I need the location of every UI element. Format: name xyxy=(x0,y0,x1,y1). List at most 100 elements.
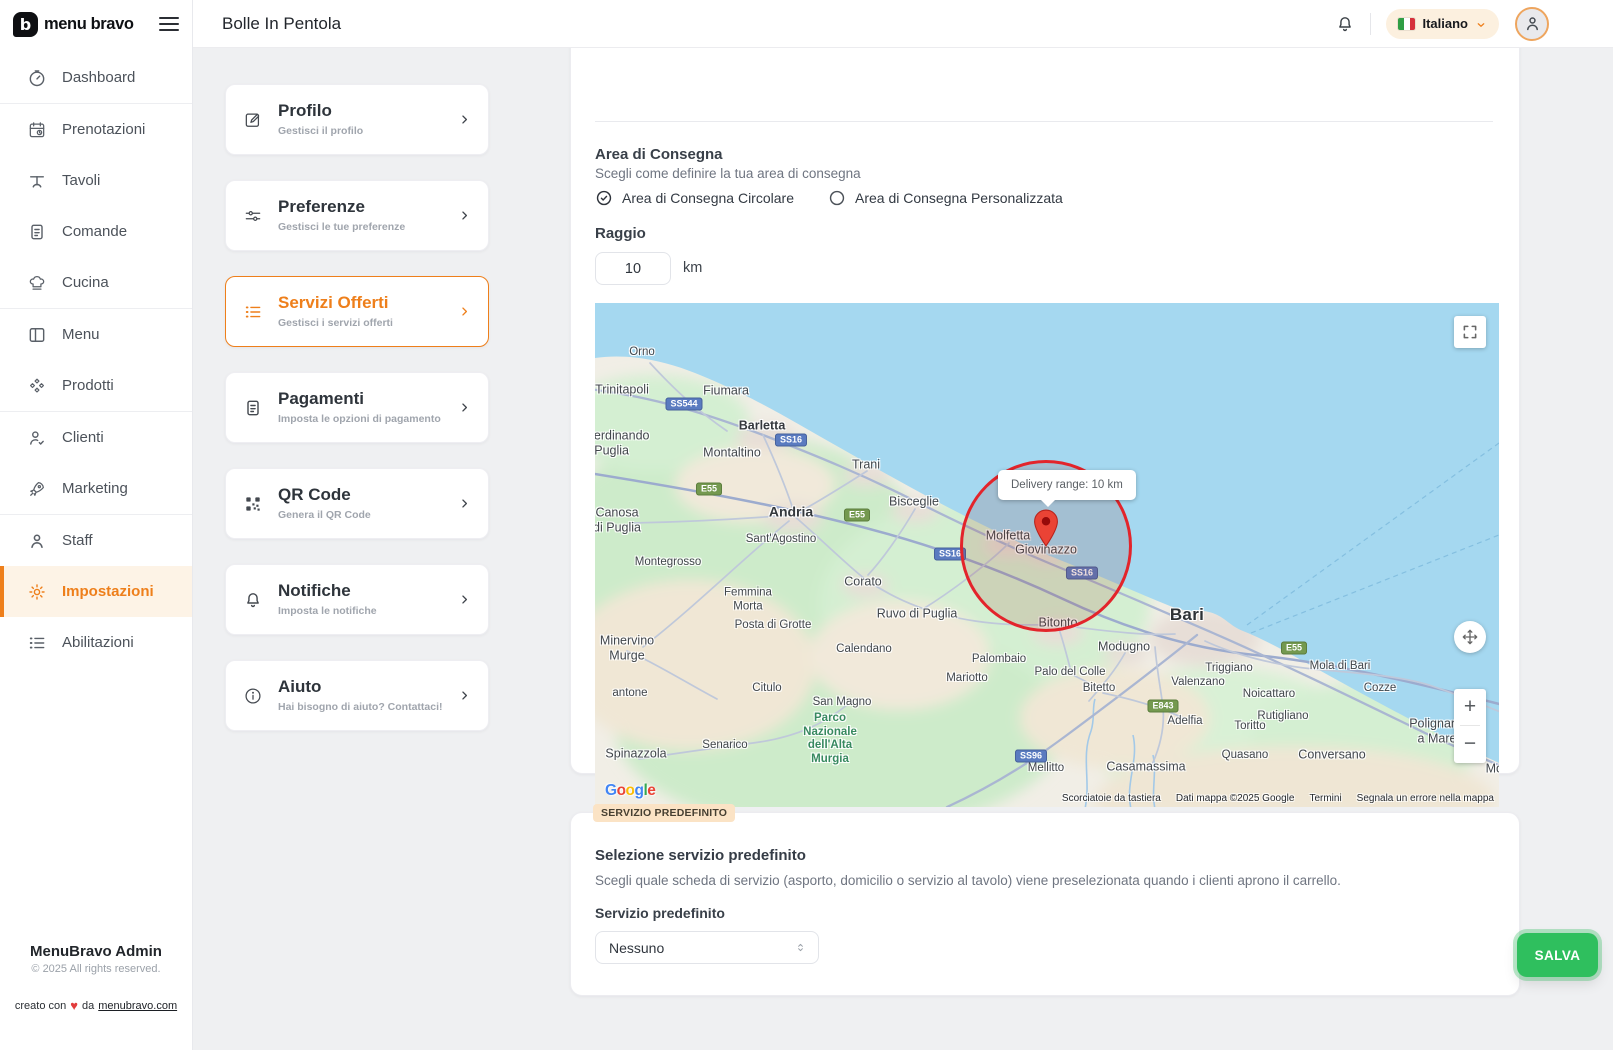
sidebar-item-marketing[interactable]: Marketing xyxy=(0,463,192,514)
sidebar-item-prodotti[interactable]: Prodotti xyxy=(0,360,192,411)
sidebar-item-label: Abilitazioni xyxy=(62,634,134,651)
radio-unchecked-icon xyxy=(828,189,846,207)
settings-card-title: Servizi Offerti xyxy=(278,294,457,313)
topbar: Bolle In Pentola Italiano xyxy=(193,0,1613,48)
sidebar-item-label: Comande xyxy=(62,223,127,240)
default-service-chip: SERVIZIO PREDEFINITO xyxy=(593,804,735,822)
radio-custom-area[interactable]: Area di Consegna Personalizzata xyxy=(828,189,1063,207)
sidebar-item-comande[interactable]: Comande xyxy=(0,206,192,257)
settings-card-preferenze[interactable]: PreferenzeGestisci le tue preferenze xyxy=(225,180,489,251)
gear-icon xyxy=(27,582,47,602)
save-button[interactable]: SALVA xyxy=(1517,933,1598,977)
settings-card-subtitle: Gestisci il profilo xyxy=(278,125,457,137)
rocket-icon xyxy=(27,479,47,499)
sidebar-item-menu[interactable]: Menu xyxy=(0,309,192,360)
brand-logo-text: menu bravo xyxy=(44,15,134,34)
sidebar-item-abilitazioni[interactable]: Abilitazioni xyxy=(0,617,192,668)
list-bullets-icon xyxy=(243,302,263,322)
sliders-icon xyxy=(243,206,263,226)
chevron-right-icon xyxy=(457,592,472,607)
app-window: b menu bravo Dashboard PrenotazioniTavoli… xyxy=(0,0,1613,1050)
google-logo-letter: e xyxy=(647,782,655,799)
map-zoom-out-button[interactable]: − xyxy=(1454,726,1486,762)
settings-card-aiuto[interactable]: Aiuto Hai bisogno di aiuto? Contattaci! xyxy=(225,660,489,731)
topbar-divider xyxy=(1370,13,1371,35)
language-selector[interactable]: Italiano xyxy=(1386,9,1499,39)
default-service-title: Selezione servizio predefinito xyxy=(595,847,806,864)
delivery-area-type-radios: Area di Consegna Circolare Area di Conse… xyxy=(595,189,1063,207)
settings-card-title: Profilo xyxy=(278,102,457,121)
sidebar-item-impostazioni[interactable]: Impostazioni xyxy=(0,566,192,617)
sidebar-item-cucina[interactable]: Cucina xyxy=(0,257,192,308)
chevron-right-icon xyxy=(457,208,472,223)
sidebar-item-clienti[interactable]: Clienti xyxy=(0,412,192,463)
table-icon xyxy=(27,171,47,191)
radius-input[interactable] xyxy=(595,252,671,285)
footer-credit: creato con ♥ da menubravo.com xyxy=(0,999,192,1012)
settings-card-profilo[interactable]: Profilo Gestisci il profilo xyxy=(225,84,489,155)
settings-card-title: QR Code xyxy=(278,486,457,505)
person-icon xyxy=(27,531,47,551)
settings-card-pagamenti[interactable]: PagamentiImposta le opzioni di pagamento xyxy=(225,372,489,443)
radio-circular-area[interactable]: Area di Consegna Circolare xyxy=(595,189,794,207)
section-divider xyxy=(595,121,1493,122)
settings-card-subtitle: Gestisci le tue preferenze xyxy=(278,221,457,233)
sidebar-item-label: Menu xyxy=(62,326,100,343)
default-service-select[interactable]: Nessuno xyxy=(595,931,819,964)
footer-credit-link[interactable]: menubravo.com xyxy=(98,1000,177,1012)
radio-custom-label: Area di Consegna Personalizzata xyxy=(855,190,1063,206)
footer-credit-prefix: creato con xyxy=(15,1000,66,1012)
chevron-right-icon xyxy=(457,304,472,319)
sidebar-toggle-icon[interactable] xyxy=(159,16,179,32)
sidebar-item-label: Dashboard xyxy=(62,69,135,86)
brand-logo-icon: b xyxy=(13,12,38,37)
list-bullets-icon xyxy=(27,633,47,653)
footer-copyright: © 2025 All rights reserved. xyxy=(0,963,192,975)
settings-card-info: QR CodeGenera il QR Code xyxy=(278,486,457,521)
sidebar-item-tavoli[interactable]: Tavoli xyxy=(0,155,192,206)
default-service-select-value: Nessuno xyxy=(609,940,664,956)
delivery-area-title: Area di Consegna xyxy=(595,146,723,163)
map-attribution-link[interactable]: Scorciatoie da tastiera xyxy=(1062,793,1161,804)
delivery-area-subtitle: Scegli come definire la tua area di cons… xyxy=(595,166,861,181)
settings-card-title: Aiuto xyxy=(278,678,457,697)
bell-icon xyxy=(243,590,263,610)
sidebar-item-label: Marketing xyxy=(62,480,128,497)
user-check-icon xyxy=(27,428,47,448)
settings-card-title: Pagamenti xyxy=(278,390,457,409)
fullscreen-icon xyxy=(1461,323,1479,341)
settings-card-info: NotificheImposta le notifiche xyxy=(278,582,457,617)
delivery-range-tooltip: Delivery range: 10 km xyxy=(998,470,1136,500)
chef-icon xyxy=(27,273,47,293)
sidebar-item-label: Staff xyxy=(62,532,93,549)
delivery-map[interactable]: OrnoTrinitapoliFiumaraBarlettaSan Ferdin… xyxy=(595,303,1499,807)
sidebar-item-dashboard[interactable]: Dashboard xyxy=(0,52,192,103)
delivery-settings-panel: Area di Consegna Scegli come definire la… xyxy=(570,48,1520,774)
settings-card-servizi-offerti[interactable]: Servizi OffertiGestisci i servizi offert… xyxy=(225,276,489,347)
sidebar-item-staff[interactable]: Staff xyxy=(0,515,192,566)
settings-card-subtitle: Imposta le notifiche xyxy=(278,605,457,617)
sidebar-item-prenotazioni[interactable]: Prenotazioni xyxy=(0,104,192,155)
edit-icon xyxy=(243,110,263,130)
settings-card-notifiche[interactable]: NotificheImposta le notifiche xyxy=(225,564,489,635)
brand-logo[interactable]: b menu bravo xyxy=(13,12,159,37)
google-logo[interactable]: Google xyxy=(605,782,655,800)
map-attribution-link[interactable]: Termini xyxy=(1309,793,1341,804)
radius-label: Raggio xyxy=(595,225,646,242)
receipt-icon xyxy=(243,398,263,418)
map-pin-icon[interactable] xyxy=(1033,509,1059,547)
map-zoom-in-button[interactable]: + xyxy=(1454,689,1486,725)
italy-flag-icon xyxy=(1398,18,1415,30)
map-attribution-link[interactable]: Segnala un errore nella mappa xyxy=(1357,793,1494,804)
notifications-bell-icon[interactable] xyxy=(1335,14,1355,34)
map-attribution-text: Dati mappa ©2025 Google xyxy=(1176,793,1295,804)
google-logo-letter: o xyxy=(626,782,635,799)
pan-arrows-icon xyxy=(1460,627,1480,647)
settings-card-info: Profilo Gestisci il profilo xyxy=(278,102,457,137)
map-pan-button[interactable] xyxy=(1454,621,1486,653)
settings-card-qr-code[interactable]: QR CodeGenera il QR Code xyxy=(225,468,489,539)
settings-card-info: PagamentiImposta le opzioni di pagamento xyxy=(278,390,457,425)
user-avatar[interactable] xyxy=(1515,7,1549,41)
map-fullscreen-button[interactable] xyxy=(1454,316,1486,348)
settings-card-subtitle: Hai bisogno di aiuto? Contattaci! xyxy=(278,701,457,713)
